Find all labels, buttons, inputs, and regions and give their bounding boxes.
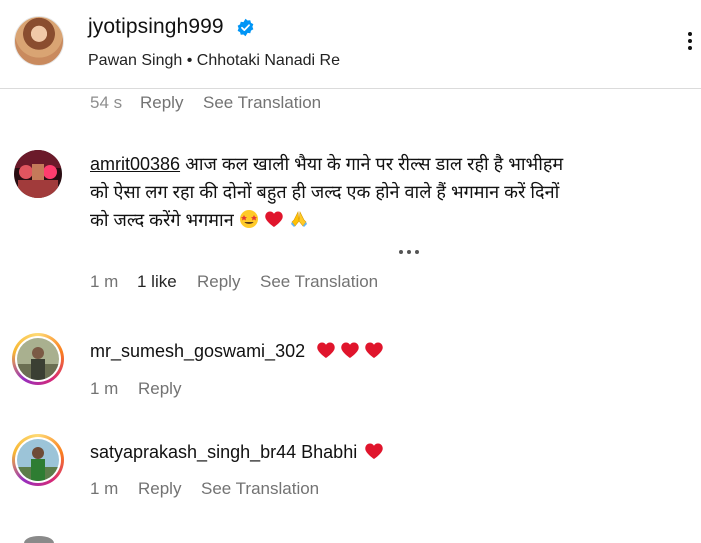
- comment-time: 54 s: [90, 93, 123, 112]
- more-options-icon[interactable]: [682, 30, 698, 50]
- comment-text-line: को ऐसा लग रहा की दोनों बहुत ही जल्द एक ह…: [90, 182, 560, 202]
- comments-panel: jyotipsingh999 Pawan Singh • Chhotaki Na…: [0, 0, 701, 543]
- author-username[interactable]: jyotipsingh999: [88, 15, 224, 39]
- comment-text-line: आज कल खाली भैया के गाने पर रील्स डाल रही…: [185, 154, 564, 174]
- comment-body: mr_sumesh_goswami_302: [90, 337, 690, 365]
- comment-username[interactable]: satyaprakash_singh_br44: [90, 442, 296, 462]
- folded-hands-emoji-icon: [290, 210, 307, 227]
- see-translation-link[interactable]: See Translation: [201, 479, 319, 499]
- red-heart-emoji-icon: [365, 443, 383, 459]
- red-heart-emoji-icon: [341, 342, 359, 358]
- reply-button[interactable]: Reply: [140, 93, 183, 113]
- red-heart-emoji-icon: [264, 211, 283, 227]
- comment-time: 1 m: [90, 479, 119, 498]
- see-translation-link[interactable]: See Translation: [203, 93, 321, 113]
- audio-track-label[interactable]: Pawan Singh • Chhotaki Nanadi Re: [88, 52, 340, 70]
- more-replies-icon[interactable]: [399, 250, 423, 256]
- next-comment-avatar[interactable]: [24, 536, 54, 543]
- comment-text-line: को जल्द करेंगे भगमान: [90, 210, 234, 230]
- comment-meta: 1 m 1 like Reply See Translation: [0, 272, 701, 296]
- reply-button[interactable]: Reply: [138, 379, 181, 399]
- reply-button[interactable]: Reply: [138, 479, 181, 499]
- verified-badge-icon: [237, 18, 254, 37]
- star-struck-emoji-icon: [239, 210, 258, 228]
- post-header: jyotipsingh999 Pawan Singh • Chhotaki Na…: [0, 0, 701, 88]
- header-divider: [0, 88, 701, 89]
- likes-count[interactable]: 1 like: [137, 272, 177, 292]
- reply-button[interactable]: Reply: [197, 272, 240, 292]
- comment-body: amrit00386 आज कल खाली भैया के गाने पर री…: [90, 150, 690, 234]
- comment-body: satyaprakash_singh_br44 Bhabhi: [90, 438, 690, 466]
- author-avatar[interactable]: [14, 16, 64, 66]
- comment-meta: 54 s Reply See Translation: [0, 89, 701, 113]
- comment-time: 1 m: [90, 379, 119, 398]
- partial-comment-row: 54 s Reply See Translation: [0, 89, 701, 113]
- red-heart-emoji-icon: [365, 342, 383, 358]
- comment-username[interactable]: mr_sumesh_goswami_302: [90, 341, 305, 361]
- red-heart-emoji-icon: [317, 342, 335, 358]
- comment-username[interactable]: amrit00386: [90, 154, 180, 174]
- story-ring-avatar[interactable]: [12, 333, 64, 385]
- see-translation-link[interactable]: See Translation: [260, 272, 378, 292]
- comment-time: 1 m: [90, 272, 119, 291]
- comment-meta: 1 m Reply: [0, 379, 701, 403]
- comment-text: Bhabhi: [301, 442, 358, 462]
- commenter-avatar[interactable]: [14, 150, 62, 198]
- comment-meta: 1 m Reply See Translation: [0, 479, 701, 503]
